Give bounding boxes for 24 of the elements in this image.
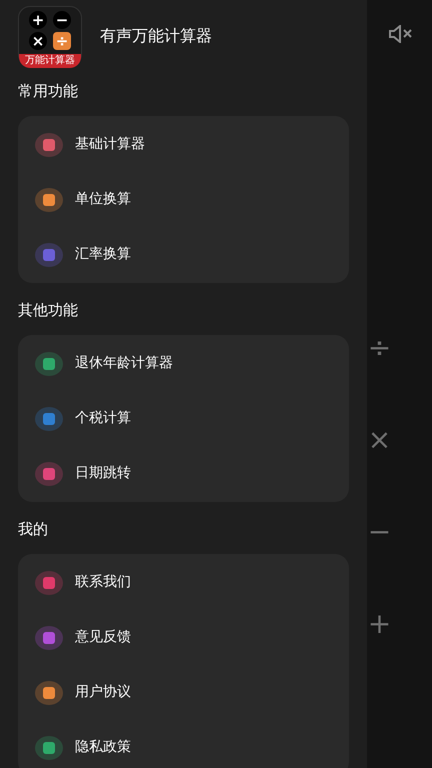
menu-item[interactable]: 基础计算器 xyxy=(18,117,349,172)
menu-item[interactable]: 用户协议 xyxy=(18,665,349,720)
logo-key: + xyxy=(29,11,47,29)
logo-text: 万能计算器 xyxy=(19,54,81,68)
logo-key: ÷ xyxy=(53,32,71,50)
menu-item[interactable]: 个税计算 xyxy=(18,391,349,446)
logo-key: × xyxy=(29,32,47,50)
section-title: 我的 xyxy=(18,518,49,540)
menu-item[interactable]: 单位换算 xyxy=(18,172,349,227)
menu-item[interactable]: 汇率换算 xyxy=(18,227,349,282)
menu-item[interactable]: 意见反馈 xyxy=(18,610,349,665)
operator-key[interactable]: × xyxy=(368,425,392,455)
logo-key: − xyxy=(53,11,71,29)
section-title: 其他功能 xyxy=(18,300,79,321)
operator-key[interactable]: + xyxy=(368,609,392,639)
menu-item[interactable]: 隐私政策 xyxy=(18,720,349,768)
operator-key[interactable]: ÷ xyxy=(368,333,392,363)
section-title: 常用功能 xyxy=(18,80,79,102)
menu-item[interactable]: 联系我们 xyxy=(18,555,349,610)
menu-item[interactable]: 退休年龄计算器 xyxy=(18,336,349,391)
mute-icon[interactable] xyxy=(388,25,414,43)
menu-item[interactable]: 日期跳转 xyxy=(18,446,349,501)
operator-key[interactable]: − xyxy=(368,517,392,547)
app-title: 有声万能计算器 xyxy=(100,25,212,47)
